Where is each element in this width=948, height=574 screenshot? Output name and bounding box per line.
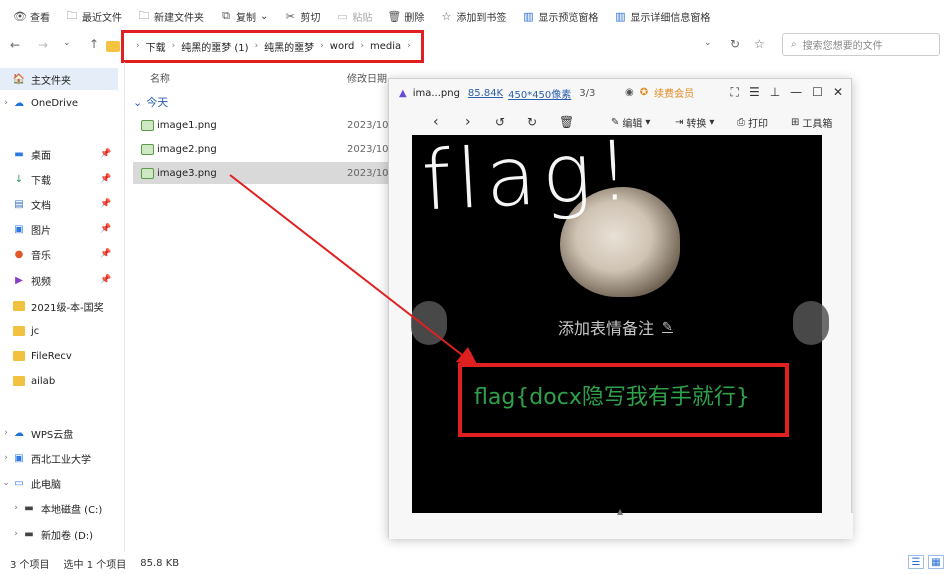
view-mode-buttons: ☰ ▦ bbox=[908, 555, 944, 569]
selection-size: 85.8 KB bbox=[140, 557, 180, 569]
details-view-icon[interactable]: ☰ bbox=[908, 555, 924, 569]
item-count: 3 个项目 bbox=[10, 559, 50, 571]
selection-count: 选中 1 个项目 bbox=[63, 559, 127, 571]
annotation-arrow bbox=[229, 174, 478, 366]
status-bar: 3 个项目 选中 1 个项目 85.8 KB bbox=[0, 552, 948, 574]
tiles-view-icon[interactable]: ▦ bbox=[928, 555, 944, 569]
